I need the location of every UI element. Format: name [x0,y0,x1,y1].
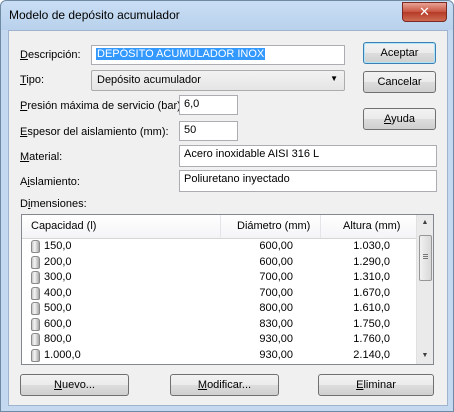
column-header-diametro[interactable]: Diámetro (mm) [237,220,310,232]
tank-icon [31,302,40,315]
list-header: Capacidad (l) Diámetro (mm) Altura (mm) [22,215,420,239]
column-header-capacidad[interactable]: Capacidad (l) [31,220,96,232]
descripcion-label: Descripción: [20,49,81,61]
dialog-client-area: Descripción: DEPÓSITO ACUMULADOR INOX Ti… [8,30,448,406]
tank-icon [31,255,40,269]
altura-cell: 1.610,0 [353,302,390,314]
table-row[interactable]: 800,0 930,00 1.760,0 [22,332,420,348]
eliminar-button[interactable]: Eliminar [318,374,434,396]
descripcion-field[interactable]: DEPÓSITO ACUMULADOR INOX [91,45,345,65]
nuevo-button[interactable]: Nuevo... [20,374,129,396]
dimensiones-label: Dimensiones: [20,198,87,210]
capacidad-cell: 800,0 [44,333,72,345]
altura-cell: 1.030,0 [353,240,390,252]
diametro-cell: 700,00 [259,271,293,283]
diametro-cell: 600,00 [259,255,293,268]
table-row[interactable]: 400,0 700,00 1.670,0 [22,286,420,302]
aislamiento-field[interactable]: Poliuretano inyectado [179,170,437,192]
altura-cell: 1.310,0 [353,271,390,283]
aislamiento-label: Aislamiento: [20,176,80,188]
tank-icon [31,240,40,253]
cancelar-button[interactable]: Cancelar [363,71,436,93]
altura-cell: 1.290,0 [353,255,390,268]
scroll-up-arrow-icon[interactable]: ▲ [417,215,433,231]
espesor-field[interactable]: 50 [179,121,238,141]
capacidad-cell: 500,0 [44,302,72,314]
altura-cell: 1.760,0 [353,333,390,345]
capacidad-cell: 200,0 [44,255,72,268]
table-row[interactable]: 500,0 800,00 1.610,0 [22,301,420,317]
tipo-select[interactable]: Depósito acumulador ▼ [91,70,345,91]
tank-icon [31,271,40,284]
dialog-window: Modelo de depósito acumulador ✕ Descripc… [0,0,454,412]
title-bar[interactable]: Modelo de depósito acumulador ✕ [1,1,453,30]
column-header-altura[interactable]: Altura (mm) [343,220,400,232]
capacidad-cell: 400,0 [44,286,72,299]
espesor-label: Espesor del aislamiento (mm): [20,126,169,138]
vertical-scrollbar[interactable]: ▲ ▼ [416,215,433,364]
presion-field[interactable]: 6,0 [179,95,238,115]
close-button[interactable]: ✕ [402,2,447,22]
chevron-down-icon: ▼ [330,74,338,83]
window-title: Modelo de depósito acumulador [9,8,180,22]
ayuda-button[interactable]: Ayuda [363,108,436,130]
tipo-value: Depósito acumulador [97,74,201,86]
table-row[interactable]: 300,0 700,00 1.310,0 [22,270,420,286]
table-row[interactable]: 600,0 830,00 1.750,0 [22,317,420,333]
modificar-button[interactable]: Modificar... [170,374,279,396]
column-divider[interactable] [320,215,321,238]
tank-icon [31,286,40,300]
dimensiones-list[interactable]: Capacidad (l) Diámetro (mm) Altura (mm) … [21,214,434,365]
presion-label: Presión máxima de servicio (bar): [20,100,184,112]
scroll-thumb[interactable] [419,235,432,281]
scroll-down-arrow-icon[interactable]: ▼ [417,348,433,364]
tank-icon [31,348,40,362]
capacidad-cell: 1.000,0 [44,348,81,361]
material-label: Material: [20,151,63,163]
capacidad-cell: 300,0 [44,271,72,283]
tipo-label: Tipo: [20,74,45,86]
altura-cell: 2.140,0 [353,348,390,361]
list-rows: 150,0 600,00 1.030,0 200,0 600,00 1.290,0 300,… [22,239,420,363]
capacidad-cell: 600,0 [44,317,72,330]
altura-cell: 1.670,0 [353,286,390,299]
diametro-cell: 700,00 [259,286,293,299]
tank-icon [31,317,40,331]
diametro-cell: 930,00 [259,333,293,345]
table-row[interactable]: 200,0 600,00 1.290,0 [22,255,420,271]
diametro-cell: 600,00 [259,240,293,252]
diametro-cell: 800,00 [259,302,293,314]
table-row[interactable]: 1.000,0 930,00 2.140,0 [22,348,420,364]
column-divider[interactable] [220,215,221,238]
descripcion-value: DEPÓSITO ACUMULADOR INOX [96,48,266,60]
tank-icon [31,333,40,346]
aceptar-button[interactable]: Aceptar [363,42,436,64]
diametro-cell: 830,00 [259,317,293,330]
material-field[interactable]: Acero inoxidable AISI 316 L [179,145,437,167]
capacidad-cell: 150,0 [44,240,72,252]
table-row[interactable]: 150,0 600,00 1.030,0 [22,239,420,255]
diametro-cell: 930,00 [259,348,293,361]
altura-cell: 1.750,0 [353,317,390,330]
